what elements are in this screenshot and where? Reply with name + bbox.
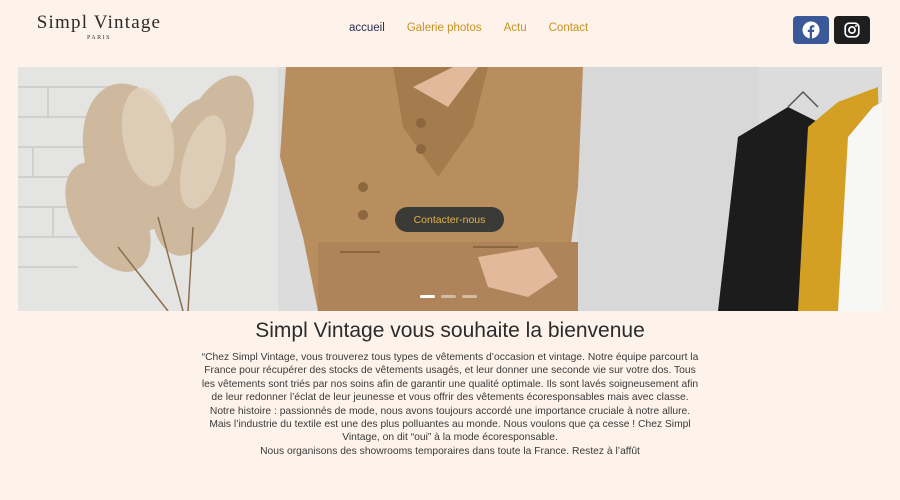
instagram-button[interactable] bbox=[834, 16, 870, 44]
instagram-icon bbox=[844, 22, 860, 38]
slider-dot-1[interactable] bbox=[420, 295, 435, 298]
nav-item-accueil[interactable]: accueil bbox=[349, 22, 385, 34]
hero-slider: Contacter-nous bbox=[18, 67, 882, 311]
slider-dot-2[interactable] bbox=[441, 295, 456, 298]
facebook-icon bbox=[802, 21, 820, 39]
nav-item-contact[interactable]: Contact bbox=[549, 22, 589, 34]
main-nav: accueil Galerie photos Actu Contact bbox=[349, 22, 588, 34]
history-paragraph: Notre histoire : passionnés de mode, nou… bbox=[209, 405, 691, 444]
slider-dot-3[interactable] bbox=[462, 295, 477, 298]
showroom-paragraph: Nous organisons des showrooms temporaire… bbox=[260, 445, 640, 457]
facebook-button[interactable] bbox=[793, 16, 829, 44]
welcome-text: “Chez Simpl Vintage, vous trouverez tous… bbox=[200, 351, 700, 458]
site-header: Simpl Vintage PARIS accueil Galerie phot… bbox=[0, 0, 900, 62]
nav-item-galerie-photos[interactable]: Galerie photos bbox=[407, 22, 482, 34]
welcome-heading: Simpl Vintage vous souhaite la bienvenue bbox=[255, 319, 645, 342]
contact-button[interactable]: Contacter-nous bbox=[395, 207, 504, 232]
slider-dots bbox=[420, 295, 477, 298]
logo-title: Simpl Vintage bbox=[36, 12, 162, 33]
logo-subtitle: PARIS bbox=[87, 35, 111, 41]
site-logo[interactable]: Simpl Vintage PARIS bbox=[24, 12, 174, 42]
intro-paragraph: “Chez Simpl Vintage, vous trouverez tous… bbox=[201, 352, 699, 404]
hero-image bbox=[18, 67, 882, 311]
nav-item-actu[interactable]: Actu bbox=[504, 22, 527, 34]
